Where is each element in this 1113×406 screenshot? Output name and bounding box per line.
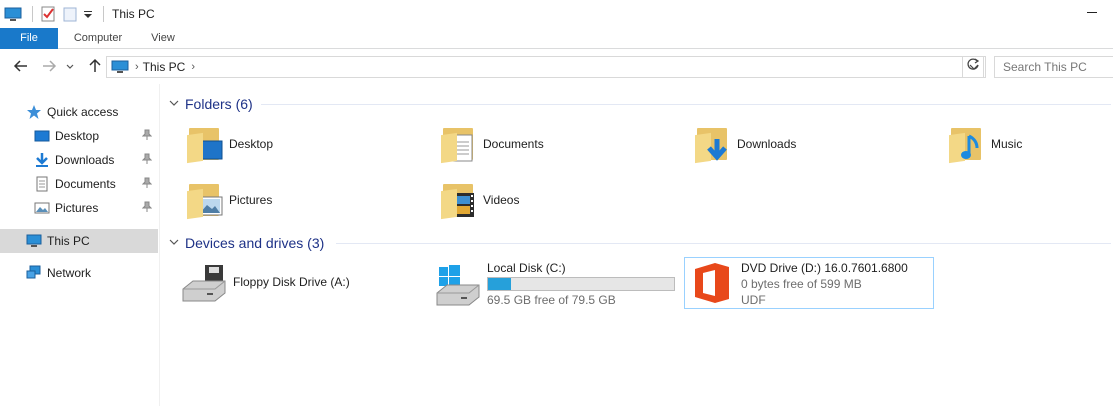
sidebar-item-label: Network	[47, 266, 92, 280]
pin-icon[interactable]	[141, 177, 153, 192]
sidebar-item-pictures[interactable]: Pictures	[0, 196, 158, 220]
drive-name: Floppy Disk Drive (A:)	[233, 275, 350, 289]
sidebar-item-label: Documents	[55, 177, 116, 191]
storage-usage-bar	[487, 277, 675, 291]
windows-drive-icon	[435, 259, 481, 307]
star-icon	[26, 104, 42, 120]
documents-folder-icon	[439, 124, 477, 164]
separator	[103, 6, 104, 22]
breadcrumb-this-pc[interactable]: This PC	[143, 60, 186, 74]
quick-access-toolbar: This PC	[0, 0, 155, 28]
group-divider	[336, 243, 1111, 244]
drives-group-title: Devices and drives (3)	[185, 235, 325, 251]
address-row: › This PC › Search This PC	[0, 50, 1113, 84]
sidebar-item-label: Quick access	[47, 105, 119, 119]
folder-music[interactable]: Music	[947, 120, 1022, 168]
breadcrumb-chevron-icon[interactable]: ›	[135, 61, 139, 73]
tab-computer[interactable]: Computer	[58, 28, 138, 49]
customize-dropdown-icon[interactable]	[83, 5, 93, 23]
address-bar[interactable]: › This PC ›	[106, 56, 986, 78]
sidebar-item-label: Pictures	[55, 201, 99, 215]
tab-view[interactable]: View	[138, 28, 188, 49]
computer-icon	[111, 60, 129, 74]
minimize-button[interactable]	[1087, 12, 1097, 13]
folder-label: Documents	[483, 137, 544, 151]
sidebar-item-downloads[interactable]: Downloads	[0, 148, 158, 172]
folder-label: Music	[991, 137, 1023, 151]
new-folder-icon[interactable]	[61, 5, 79, 23]
recent-locations-chevron-icon[interactable]	[64, 58, 76, 76]
pin-icon[interactable]	[141, 201, 153, 216]
folder-label: Pictures	[229, 193, 273, 207]
folder-label: Desktop	[229, 137, 274, 151]
download-icon	[34, 152, 50, 168]
sidebar-item-documents[interactable]: Documents	[0, 172, 158, 196]
network-icon	[26, 265, 42, 281]
floppy-drive-icon	[181, 259, 227, 307]
refresh-button[interactable]	[962, 56, 984, 78]
drives-group-header[interactable]: Devices and drives (3)	[169, 232, 324, 254]
sidebar-item-label: Desktop	[55, 129, 100, 143]
storage-usage-fill	[488, 278, 512, 290]
drive-floppy[interactable]: Floppy Disk Drive (A:)	[181, 259, 401, 307]
pictures-icon	[34, 200, 50, 216]
documents-icon	[34, 176, 50, 192]
folders-group-header[interactable]: Folders (6)	[169, 93, 253, 115]
drive-filesystem: UDF	[741, 293, 766, 307]
refresh-icon	[967, 58, 980, 70]
drive-dvd-d[interactable]: DVD Drive (D:) 16.0.7601.6800 0 bytes fr…	[689, 259, 929, 307]
folders-group-title: Folders (6)	[185, 96, 253, 112]
desktop-folder-icon	[185, 124, 223, 164]
folder-videos[interactable]: Videos	[439, 176, 519, 224]
drive-free-space: 69.5 GB free of 79.5 GB	[487, 293, 616, 307]
pictures-folder-icon	[185, 180, 223, 220]
title-bar: This PC	[0, 0, 1113, 28]
sidebar-item-network[interactable]: Network	[0, 261, 158, 285]
folder-label: Videos	[483, 193, 520, 207]
sidebar-item-label: This PC	[47, 234, 90, 248]
sidebar-item-this-pc[interactable]: This PC	[0, 229, 158, 253]
folder-desktop[interactable]: Desktop	[185, 120, 273, 168]
pin-icon[interactable]	[141, 129, 153, 144]
back-arrow-icon[interactable]	[12, 58, 30, 76]
folder-downloads[interactable]: Downloads	[693, 120, 796, 168]
downloads-folder-icon	[693, 124, 731, 164]
window-title: This PC	[112, 7, 155, 21]
office-dvd-icon	[689, 259, 735, 307]
sidebar-item-quick-access[interactable]: Quick access	[0, 100, 158, 124]
computer-icon	[26, 233, 42, 249]
up-arrow-icon[interactable]	[86, 58, 104, 76]
desktop-icon	[34, 128, 50, 144]
folder-label: Downloads	[737, 137, 797, 151]
breadcrumb-chevron-icon[interactable]: ›	[191, 61, 195, 73]
navigation-pane: Quick access Desktop Downloads Documents	[0, 84, 160, 406]
properties-icon[interactable]	[39, 5, 57, 23]
computer-icon[interactable]	[4, 5, 22, 23]
collapse-chevron-icon[interactable]	[169, 98, 179, 111]
music-folder-icon	[947, 124, 985, 164]
collapse-chevron-icon[interactable]	[169, 237, 179, 250]
content-area: Folders (6) Desktop Documents Downloads	[161, 84, 1113, 406]
folder-pictures[interactable]: Pictures	[185, 176, 272, 224]
group-divider	[261, 104, 1111, 105]
ribbon-tabs: File Computer View	[0, 28, 1113, 49]
pin-icon[interactable]	[141, 153, 153, 168]
folder-documents[interactable]: Documents	[439, 120, 544, 168]
drive-free-space: 0 bytes free of 599 MB	[741, 277, 862, 291]
sidebar-item-desktop[interactable]: Desktop	[0, 124, 158, 148]
videos-folder-icon	[439, 180, 477, 220]
drive-name: Local Disk (C:)	[487, 261, 566, 275]
drive-local-disk-c[interactable]: Local Disk (C:) 69.5 GB free of 79.5 GB	[435, 259, 685, 307]
forward-arrow-icon[interactable]	[40, 58, 58, 76]
tab-file[interactable]: File	[0, 28, 58, 49]
separator	[32, 6, 33, 22]
search-input[interactable]: Search This PC	[994, 56, 1113, 78]
drive-name: DVD Drive (D:) 16.0.7601.6800	[741, 261, 908, 275]
sidebar-item-label: Downloads	[55, 153, 115, 167]
